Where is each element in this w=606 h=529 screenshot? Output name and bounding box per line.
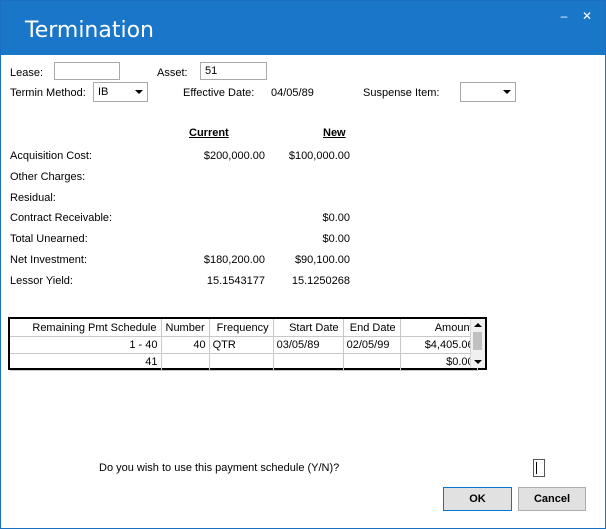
payment-schedule-grid[interactable]: Remaining Pmt Schedule Number Frequency …	[8, 317, 487, 371]
net-investment-new: $90,100.00	[294, 254, 350, 266]
chevron-down-icon	[503, 90, 511, 94]
table-cell[interactable]	[343, 353, 401, 371]
scroll-up-icon[interactable]	[474, 323, 482, 327]
contract-receivable-label: Contract Receivable:	[10, 212, 113, 224]
suspense-item-select[interactable]	[460, 82, 516, 102]
grid-vertical-scrollbar[interactable]	[470, 319, 485, 368]
table-cell[interactable]	[161, 353, 210, 371]
acquisition-cost-new: $100,000.00	[288, 150, 350, 162]
lease-label: Lease:	[10, 67, 44, 79]
current-column-header: Current	[189, 127, 229, 139]
effective-date-label: Effective Date:	[183, 87, 255, 99]
acquisition-cost-label: Acquisition Cost:	[10, 150, 92, 162]
chevron-down-icon	[135, 90, 143, 94]
table-cell[interactable]	[273, 353, 344, 371]
title-bar: Termination – ✕	[1, 1, 605, 55]
termin-method-label: Termin Method:	[10, 87, 86, 99]
suspense-item-label: Suspense Item:	[363, 87, 440, 99]
acquisition-cost-current: $200,000.00	[203, 150, 265, 162]
net-investment-current: $180,200.00	[203, 254, 265, 266]
table-cell[interactable]	[209, 353, 274, 371]
net-investment-label: Net Investment:	[10, 254, 88, 266]
column-header-amount[interactable]: Amount	[400, 319, 478, 337]
termin-method-select[interactable]: IB	[93, 82, 148, 102]
contract-receivable-new: $0.00	[322, 212, 350, 224]
total-unearned-new: $0.00	[322, 233, 350, 245]
residual-label: Residual:	[10, 192, 56, 204]
lessor-yield-current: 15.1543177	[206, 275, 265, 287]
column-header-start-date[interactable]: Start Date	[273, 319, 344, 337]
column-header-frequency[interactable]: Frequency	[209, 319, 274, 337]
lessor-yield-label: Lessor Yield:	[10, 275, 73, 287]
payment-schedule-table: Remaining Pmt Schedule Number Frequency …	[10, 319, 478, 371]
payment-schedule-question: Do you wish to use this payment schedule…	[99, 462, 340, 474]
scroll-thumb[interactable]	[473, 332, 482, 350]
table-cell[interactable]: $0.00	[400, 353, 478, 371]
text-cursor	[536, 462, 537, 474]
column-header-end-date[interactable]: End Date	[343, 319, 401, 337]
table-cell[interactable]: 03/05/89	[273, 336, 344, 354]
table-cell[interactable]: $4,405.06	[400, 336, 478, 354]
termination-dialog: Termination – ✕ Lease: Asset: 51 Termin …	[0, 0, 606, 529]
column-header-remaining-pmt-schedule[interactable]: Remaining Pmt Schedule	[10, 319, 162, 337]
lessor-yield-new: 15.1250268	[291, 275, 350, 287]
table-cell[interactable]: 1 - 40	[10, 336, 162, 354]
new-column-header: New	[323, 127, 346, 139]
total-unearned-label: Total Unearned:	[10, 233, 88, 245]
window-title: Termination	[25, 18, 155, 43]
yn-answer-input[interactable]	[533, 459, 545, 477]
effective-date-value: 04/05/89	[271, 87, 314, 99]
table-header-row: Remaining Pmt Schedule Number Frequency …	[10, 319, 478, 337]
lease-input[interactable]	[54, 62, 120, 80]
table-cell[interactable]: 41	[10, 353, 162, 371]
table-cell[interactable]: QTR	[209, 336, 274, 354]
minimize-icon[interactable]: –	[556, 9, 572, 23]
termin-method-value: IB	[98, 86, 109, 98]
asset-label: Asset:	[157, 67, 188, 79]
table-row[interactable]: 41 $0.00	[10, 353, 478, 371]
column-header-number[interactable]: Number	[161, 319, 210, 337]
ok-button[interactable]: OK	[443, 487, 512, 511]
asset-input[interactable]: 51	[200, 62, 267, 80]
other-charges-label: Other Charges:	[10, 171, 86, 183]
table-cell[interactable]: 02/05/99	[343, 336, 401, 354]
scroll-down-icon[interactable]	[474, 360, 482, 364]
table-cell[interactable]: 40	[161, 336, 210, 354]
close-icon[interactable]: ✕	[579, 9, 595, 23]
cancel-button[interactable]: Cancel	[518, 487, 586, 511]
table-row[interactable]: 1 - 40 40 QTR 03/05/89 02/05/99 $4,405.0…	[10, 336, 478, 354]
